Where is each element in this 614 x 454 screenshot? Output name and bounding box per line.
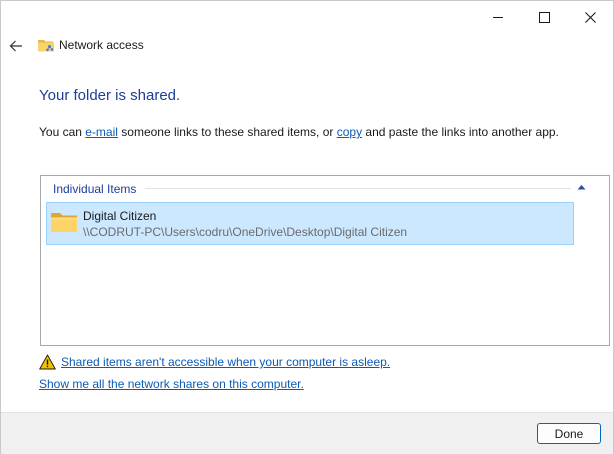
page-heading: Your folder is shared. [39,87,181,104]
list-item[interactable]: Digital Citizen \\CODRUT-PC\Users\codru\… [46,202,574,245]
collapse-group-button[interactable] [575,181,587,193]
chevron-up-icon [577,185,585,190]
arrow-left-icon [9,40,22,52]
shared-items-list[interactable]: Individual Items Digital Citizen \\CODRU… [40,175,610,346]
show-network-shares-link[interactable]: Show me all the network shares on this c… [39,377,304,391]
back-button[interactable] [6,36,26,56]
close-icon [584,11,596,23]
footer-bar: Done [1,412,613,454]
group-header-divider [145,188,571,189]
shared-folder-icon [38,40,54,52]
maximize-button[interactable] [521,1,567,33]
done-button[interactable]: Done [537,423,601,444]
maximize-icon [538,11,550,23]
header-row: Network access [1,33,613,59]
minimize-icon [493,16,503,18]
copy-link[interactable]: copy [337,125,362,139]
email-link[interactable]: e-mail [85,125,118,139]
window-title: Network access [59,38,144,52]
description-prefix: You can [39,125,86,139]
close-button[interactable] [567,1,613,33]
title-bar[interactable] [1,1,613,33]
network-access-window: Network access Your folder is shared. Yo… [0,0,614,454]
minimize-button[interactable] [475,1,521,33]
group-header-label: Individual Items [53,182,137,196]
description-text: You can e-mail someone links to these sh… [39,125,559,139]
warning-icon [39,354,56,370]
item-name: Digital Citizen [83,209,157,223]
folder-icon [51,213,77,232]
description-suffix: and paste the links into another app. [362,125,559,139]
item-path: \\CODRUT-PC\Users\codru\OneDrive\Desktop… [83,225,408,239]
description-middle: someone links to these shared items, or [117,125,337,139]
sleep-warning-link[interactable]: Shared items aren't accessible when your… [61,355,390,369]
